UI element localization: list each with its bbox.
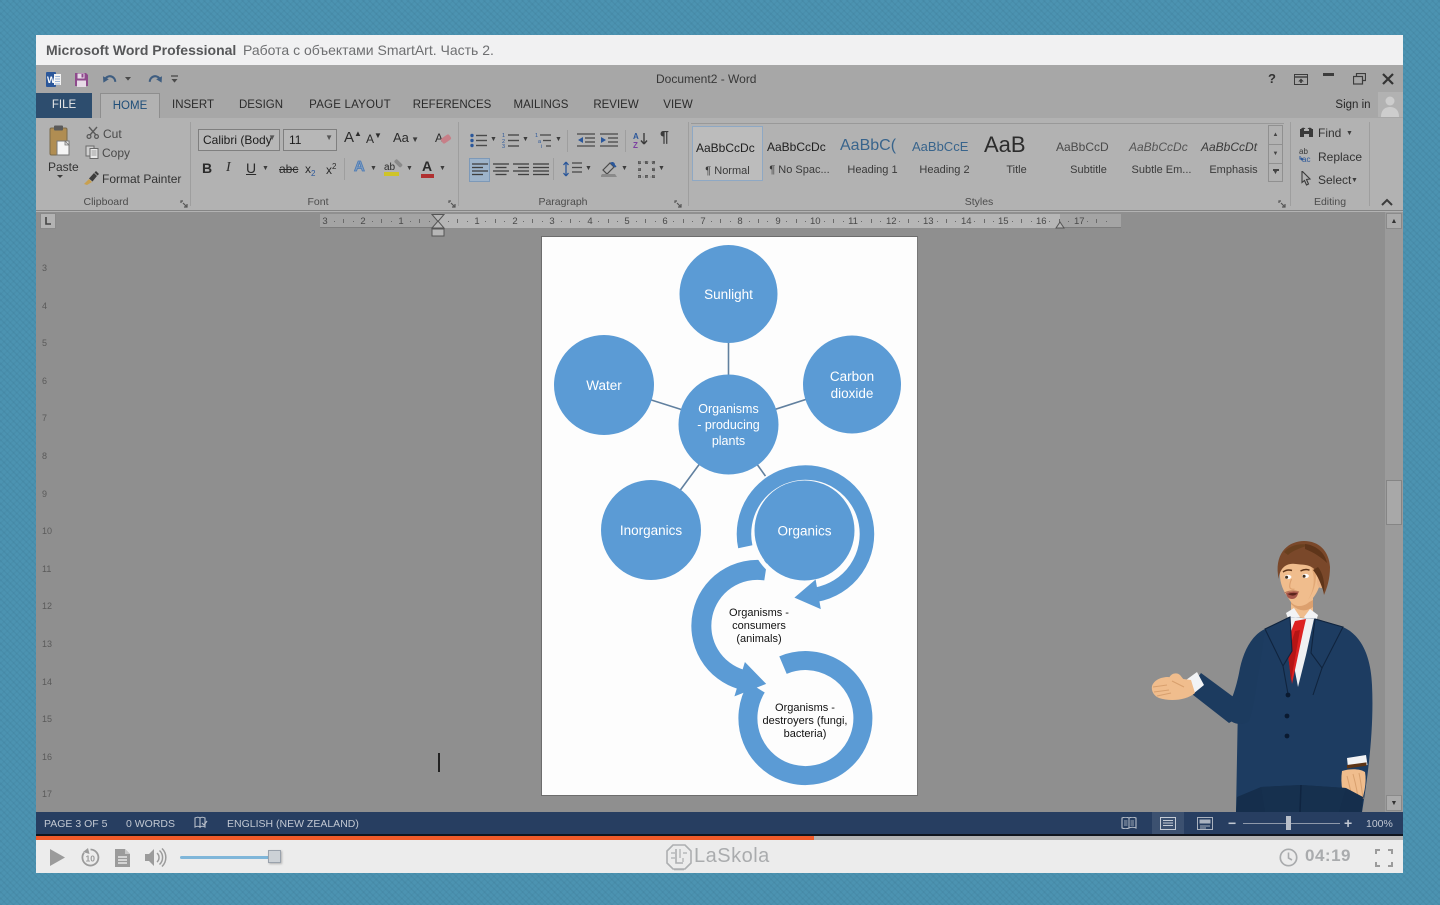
svg-text:Organisms: Organisms (698, 402, 758, 416)
svg-text:Organics: Organics (777, 524, 831, 539)
svg-text:destroyers (fungi,: destroyers (fungi, (763, 715, 848, 727)
svg-text:Sunlight: Sunlight (704, 287, 753, 302)
svg-text:bacteria): bacteria) (784, 728, 827, 740)
svg-text:consumers: consumers (732, 620, 786, 632)
svg-text:ab: ab (384, 162, 396, 173)
svg-text:Organisms -: Organisms - (775, 702, 835, 714)
svg-text:(animals): (animals) (736, 633, 781, 645)
svg-text:10: 10 (86, 854, 96, 864)
svg-text:dioxide: dioxide (831, 386, 874, 401)
svg-text:Carbon: Carbon (830, 369, 874, 384)
svg-text:Water: Water (586, 378, 622, 393)
svg-text:plants: plants (712, 434, 745, 448)
svg-text:- producing: - producing (697, 418, 760, 432)
svg-text:W: W (47, 75, 56, 85)
svg-text:3: 3 (502, 144, 505, 148)
svg-text:i: i (541, 144, 542, 148)
svg-text:Organisms -: Organisms - (729, 607, 789, 619)
svg-text:A: A (435, 131, 443, 145)
svg-text:Inorganics: Inorganics (620, 523, 683, 538)
svg-text:A: A (633, 132, 639, 141)
svg-text:Z: Z (633, 141, 638, 149)
